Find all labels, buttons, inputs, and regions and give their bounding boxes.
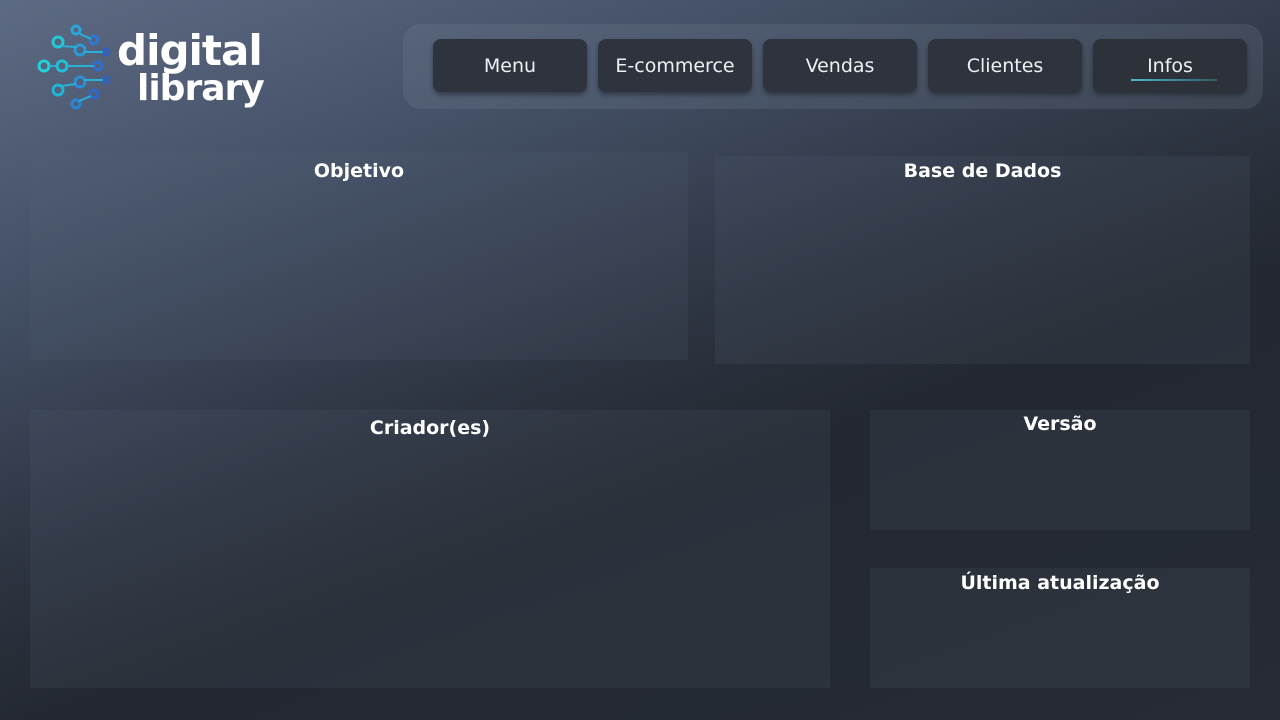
nav-button-ecommerce[interactable]: E-commerce: [598, 39, 752, 92]
panel-versao: Versão: [870, 410, 1250, 530]
logo-text-library: library: [137, 68, 265, 109]
logo-network-icon: [37, 24, 111, 110]
nav-button-menu[interactable]: Menu: [433, 39, 587, 92]
panel-criadores: Criador(es): [30, 410, 830, 688]
nav-button-vendas[interactable]: Vendas: [763, 39, 917, 92]
panel-title-versao: Versão: [1023, 413, 1097, 435]
panel-title-criadores: Criador(es): [369, 417, 491, 439]
logo: digital library: [36, 18, 265, 114]
logo-text-digital: digital: [117, 26, 263, 75]
top-navigation: Menu E-commerce Vendas Clientes Infos: [403, 24, 1263, 109]
nav-button-clientes[interactable]: Clientes: [928, 39, 1082, 92]
panel-objetivo: Objetivo: [30, 152, 688, 360]
panel-title-base-de-dados: Base de Dados: [903, 160, 1062, 182]
panel-ultima-atualizacao: Última atualização: [870, 568, 1250, 688]
panel-title-objetivo: Objetivo: [313, 160, 405, 182]
active-tab-indicator: [1131, 79, 1217, 81]
nav-button-infos-label: Infos: [1147, 54, 1193, 77]
nav-button-infos[interactable]: Infos: [1093, 39, 1247, 92]
panel-title-ultima-atualizacao: Última atualização: [960, 572, 1160, 594]
panel-base-de-dados: Base de Dados: [715, 156, 1250, 364]
